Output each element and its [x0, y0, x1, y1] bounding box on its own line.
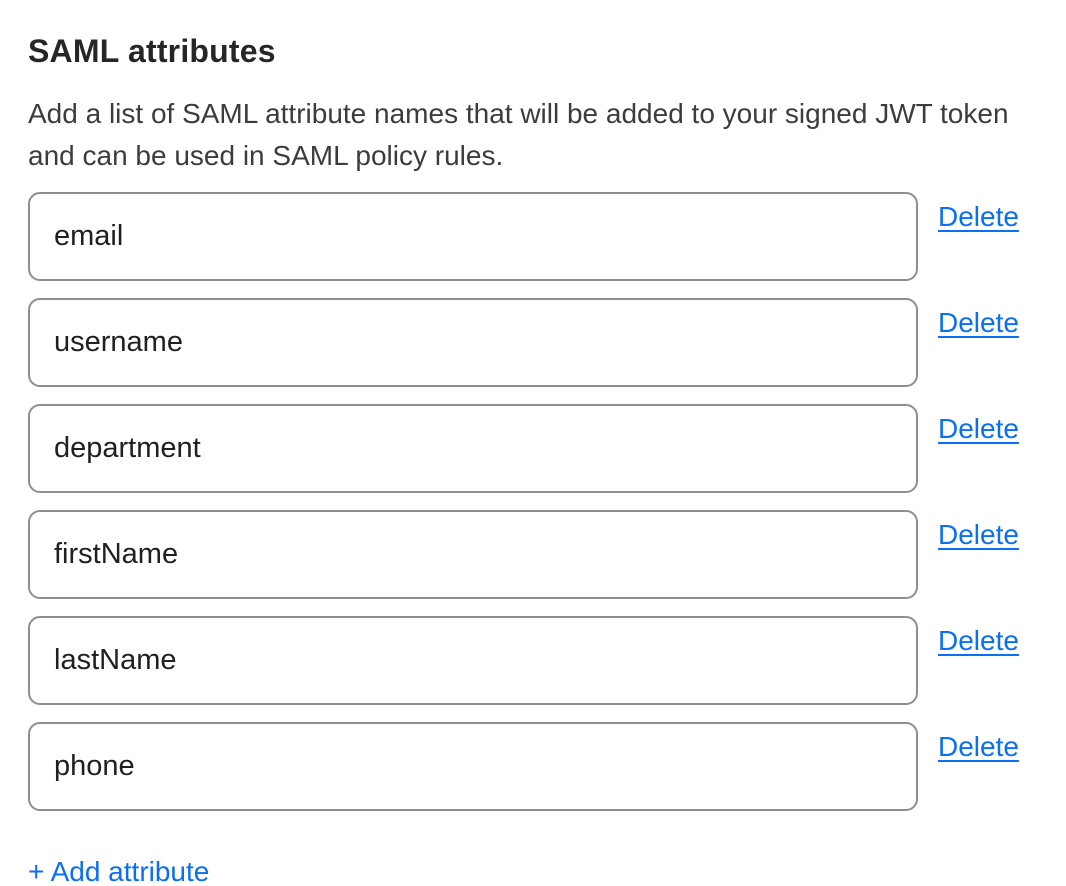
attribute-row: Delete — [28, 192, 1066, 281]
delete-link[interactable]: Delete — [938, 624, 1019, 658]
attribute-row: Delete — [28, 404, 1066, 493]
description-line-2: and can be used in SAML policy rules. — [28, 135, 1066, 177]
add-attribute-link[interactable]: + Add attribute — [28, 855, 209, 886]
attribute-row: Delete — [28, 722, 1066, 811]
saml-attributes-section: SAML attributes Add a list of SAML attri… — [0, 0, 1066, 886]
attribute-input[interactable] — [28, 616, 918, 705]
delete-link[interactable]: Delete — [938, 306, 1019, 340]
attribute-row: Delete — [28, 510, 1066, 599]
attribute-input[interactable] — [28, 404, 918, 493]
delete-link[interactable]: Delete — [938, 730, 1019, 764]
attribute-input[interactable] — [28, 192, 918, 281]
section-description: Add a list of SAML attribute names that … — [28, 93, 1066, 177]
attribute-input[interactable] — [28, 298, 918, 387]
attribute-row: Delete — [28, 616, 1066, 705]
attribute-input[interactable] — [28, 722, 918, 811]
attribute-row: Delete — [28, 298, 1066, 387]
delete-link[interactable]: Delete — [938, 518, 1019, 552]
delete-link[interactable]: Delete — [938, 412, 1019, 446]
description-line-1: Add a list of SAML attribute names that … — [28, 93, 1066, 135]
attribute-list: Delete Delete Delete Delete Delete Delet… — [28, 192, 1066, 811]
delete-link[interactable]: Delete — [938, 200, 1019, 234]
page-title: SAML attributes — [28, 32, 1066, 70]
attribute-input[interactable] — [28, 510, 918, 599]
